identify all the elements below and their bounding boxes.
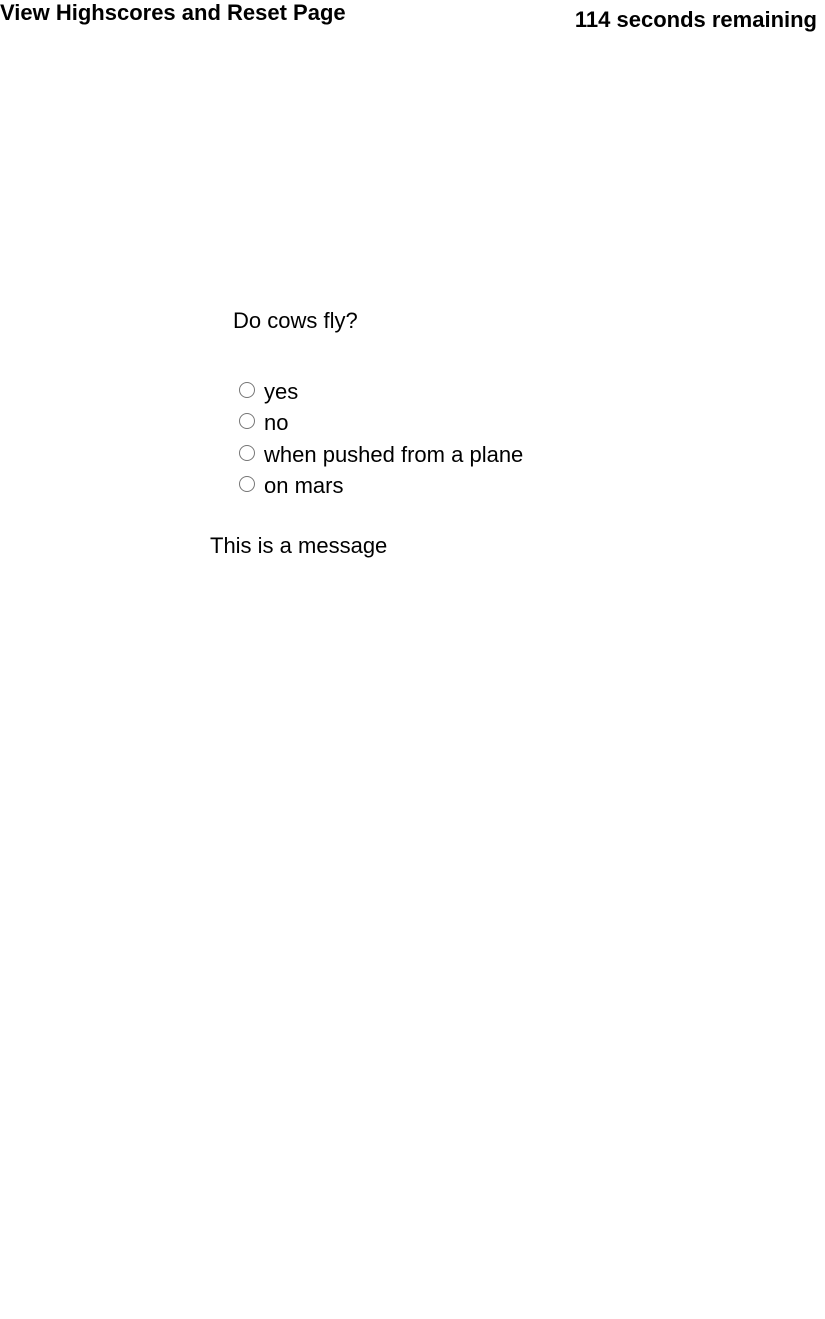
answer-options: yes no when pushed from a plane on mars — [239, 376, 523, 502]
answer-label[interactable]: yes — [264, 379, 298, 405]
question-text: Do cows fly? — [233, 308, 358, 333]
answer-label[interactable]: no — [264, 410, 288, 436]
answer-option-no[interactable]: no — [239, 408, 523, 440]
answer-label[interactable]: when pushed from a plane — [264, 442, 523, 468]
status-message: This is a message — [210, 533, 388, 558]
answer-option-yes[interactable]: yes — [239, 376, 523, 408]
quiz-page: View Highscores and Reset Page 114 secon… — [0, 0, 825, 1319]
radio-button-icon[interactable] — [239, 381, 255, 398]
answer-option-on-mars[interactable]: on mars — [239, 471, 523, 503]
countdown-timer: 114 seconds remaining — [574, 7, 817, 32]
answer-label[interactable]: on mars — [264, 473, 343, 499]
view-highscores-link[interactable]: View Highscores and Reset Page — [0, 0, 346, 25]
radio-button-icon[interactable] — [239, 476, 255, 493]
radio-button-icon[interactable] — [239, 413, 255, 430]
answer-option-pushed-from-plane[interactable]: when pushed from a plane — [239, 439, 523, 471]
radio-button-icon[interactable] — [239, 444, 255, 461]
